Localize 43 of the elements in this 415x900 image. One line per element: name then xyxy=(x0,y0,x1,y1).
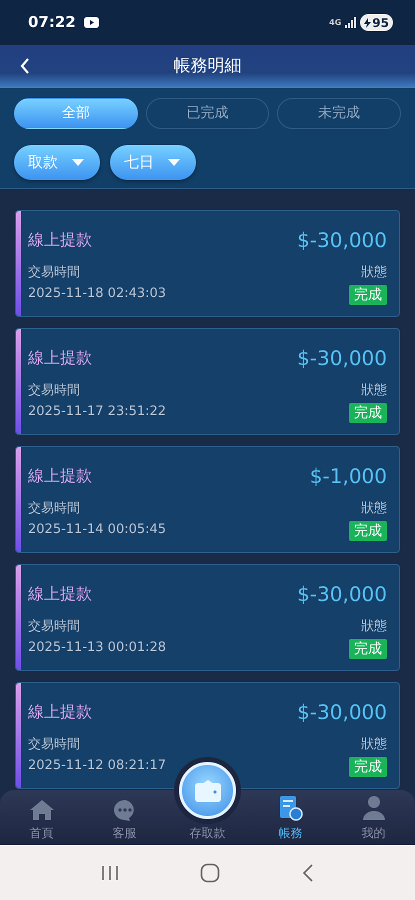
nav-tab[interactable]: 客服 xyxy=(83,790,166,845)
transaction-amount: $-30,000 xyxy=(297,699,387,726)
transaction-time: 2025-11-12 08:21:17 xyxy=(28,756,166,774)
transaction-amount: $-30,000 xyxy=(297,227,387,254)
nav-tab[interactable]: 我的 xyxy=(332,790,415,845)
transaction-type: 線上提款 xyxy=(28,465,92,487)
time-label: 交易時間 xyxy=(28,264,81,282)
time-label: 交易時間 xyxy=(28,500,81,518)
transaction-type: 線上提款 xyxy=(28,229,92,251)
status-tag: 完成 xyxy=(349,638,387,658)
transaction-amount: $-1,000 xyxy=(310,463,387,490)
nav-tab[interactable]: 帳務 xyxy=(249,790,332,845)
filter-tab[interactable]: 已完成 xyxy=(146,98,270,129)
status-tag: 完成 xyxy=(349,756,387,776)
transaction-type: 線上提款 xyxy=(28,701,92,723)
dropdown-button[interactable]: 取款 xyxy=(14,145,100,180)
transaction-amount: $-30,000 xyxy=(297,581,387,608)
dropdown-button[interactable]: 七日 xyxy=(110,145,196,180)
status-label: 狀態 xyxy=(361,736,387,754)
status-tag: 完成 xyxy=(349,520,387,540)
nav-tab[interactable]: 存取款 xyxy=(166,756,249,845)
transaction-type: 線上提款 xyxy=(28,347,92,369)
page-title: 帳務明細 xyxy=(174,54,242,78)
transaction-time: 2025-11-13 00:01:28 xyxy=(28,638,166,656)
status-label: 狀態 xyxy=(361,382,387,400)
transaction-amount: $-30,000 xyxy=(297,345,387,372)
time-label: 交易時間 xyxy=(28,618,81,636)
status-time: 07:22 xyxy=(28,12,76,34)
status-tag: 完成 xyxy=(349,284,387,304)
status-label: 狀態 xyxy=(361,500,387,518)
transaction-time: 2025-11-17 23:51:22 xyxy=(28,402,166,420)
status-label: 狀態 xyxy=(361,264,387,282)
battery-indicator: 95 xyxy=(360,14,393,31)
status-tag: 完成 xyxy=(349,402,387,422)
nav-tab[interactable]: 首頁 xyxy=(0,790,83,845)
time-label: 交易時間 xyxy=(28,736,81,754)
network-label: 4G xyxy=(329,16,342,28)
status-label: 狀態 xyxy=(361,618,387,636)
transaction-type: 線上提款 xyxy=(28,583,92,605)
transaction-time: 2025-11-18 02:43:03 xyxy=(28,284,166,302)
transaction-time: 2025-11-14 00:05:45 xyxy=(28,520,166,538)
time-label: 交易時間 xyxy=(28,382,81,400)
filter-tab[interactable]: 未完成 xyxy=(277,98,402,129)
